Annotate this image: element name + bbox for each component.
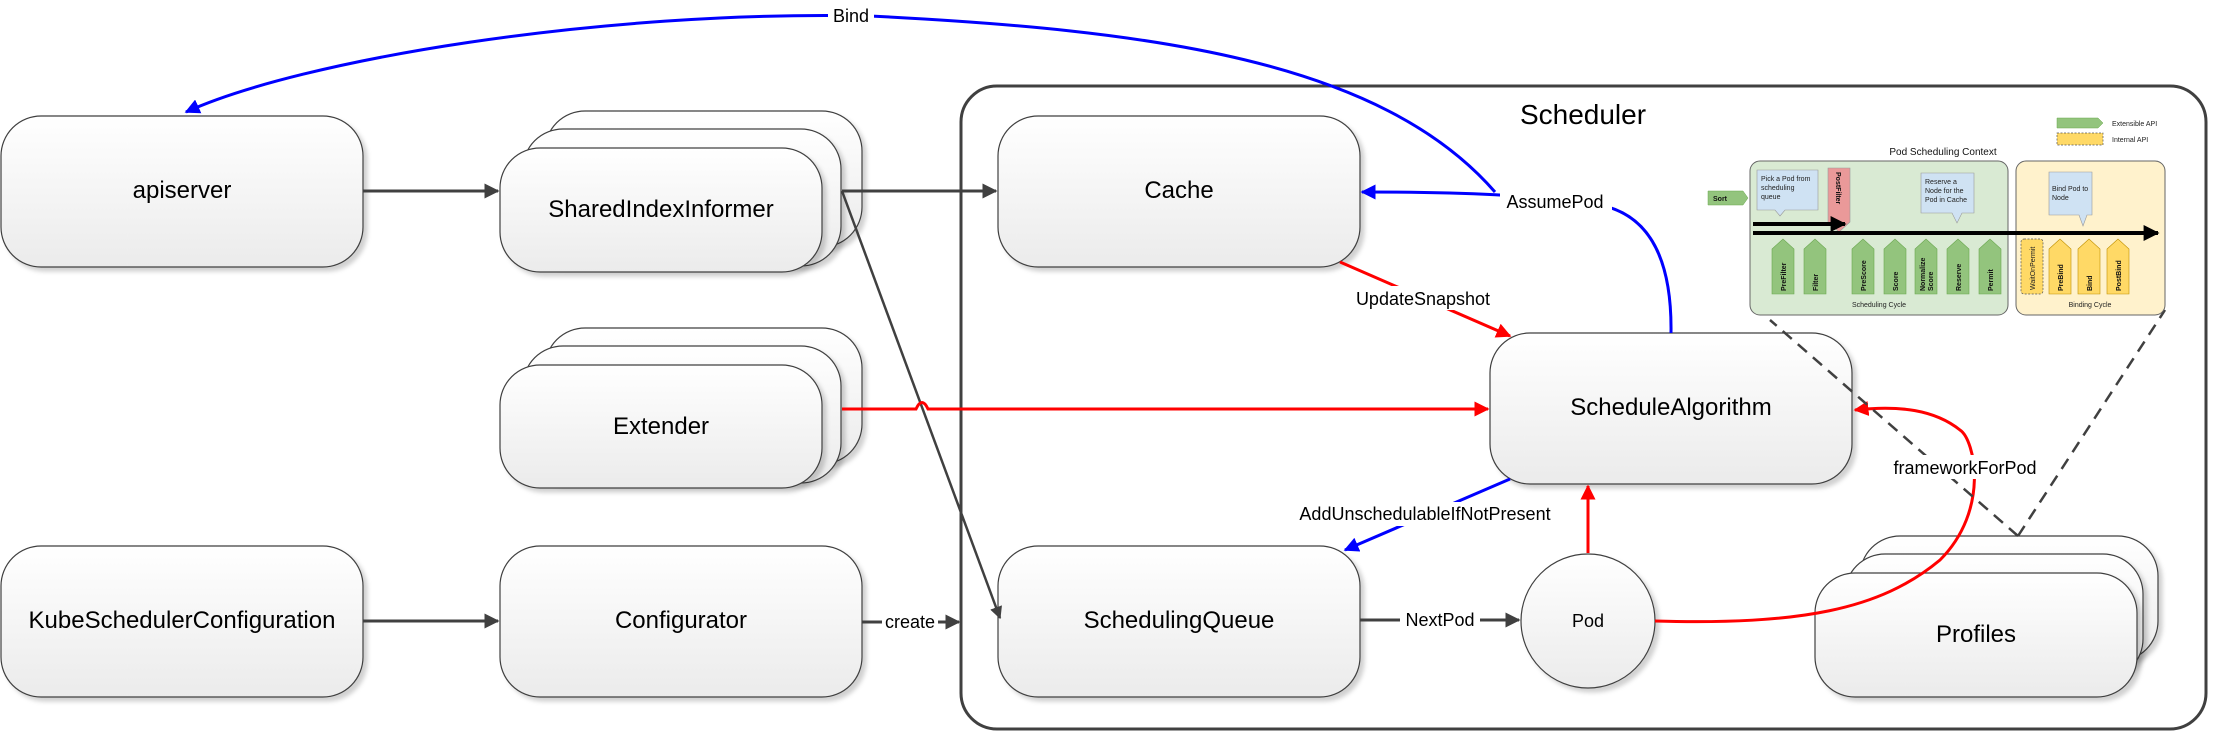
plugin-label: Permit: [1988, 269, 1995, 291]
callout-reserve-line-3: Pod in Cache: [1925, 197, 1967, 204]
plugin-label: Bind: [2087, 275, 2094, 291]
shared-index-informer-label: SharedIndexInformer: [548, 196, 773, 223]
edge-extender-to-algorithm: [842, 401, 1490, 417]
node-pod[interactable]: Pod: [1520, 553, 1656, 689]
inset-title: Pod Scheduling Context: [1889, 147, 1997, 158]
plugin-prefilter: PreFilter: [1771, 238, 1795, 295]
profiles-label: Profiles: [1936, 621, 2016, 648]
binding-cycle-label: Binding Cycle: [2069, 302, 2112, 309]
callout-pick-line-2: scheduling: [1761, 185, 1795, 192]
legend-internal-label: Internal API: [2112, 137, 2148, 144]
node-scheduling-queue[interactable]: SchedulingQueue: [997, 545, 1361, 698]
legend-extensible-label: Extensible API: [2112, 121, 2157, 128]
plugin-label: PreScore: [1861, 260, 1868, 291]
profiles-to-inset-dashed-right: [2016, 309, 2167, 537]
node-configurator[interactable]: Configurator: [499, 545, 863, 698]
plugin-label: Reserve: [1956, 264, 1963, 291]
binding-cycle-plugins: PreBind Bind PostBind: [2048, 238, 2130, 295]
plugin-label: Score: [1928, 271, 1935, 291]
plugin-score: Score: [1883, 238, 1907, 295]
plugin-label: PreBind: [2058, 264, 2065, 291]
extender-label: Extender: [613, 413, 709, 440]
plugin-wait-on-permit: WaitOnPermit: [2020, 238, 2044, 295]
scheduling-cycle-plugins: PreFilter Filter PreScore Score Normalize Sco…: [1771, 238, 2002, 295]
node-extender[interactable]: Extender: [499, 327, 863, 489]
callout-pick-line-3: queue: [1761, 194, 1781, 201]
scheduler-architecture-diagram: Scheduler apiserver SharedIndexInformer …: [0, 5, 2208, 731]
plugin-label: Filter: [1813, 274, 1820, 291]
callout-pick-line-1: Pick a Pod from: [1761, 176, 1811, 183]
scheduler-title: Scheduler: [1520, 99, 1646, 130]
plugin-filter: Filter: [1803, 238, 1827, 295]
inset-legend: Extensible API Internal API: [2056, 117, 2157, 146]
node-cache[interactable]: Cache: [997, 115, 1361, 268]
callout-bind-line-1: Bind Pod to: [2052, 186, 2088, 193]
schedule-algorithm-label: ScheduleAlgorithm: [1570, 394, 1771, 421]
edge-label-next-pod: NextPod: [1405, 610, 1474, 630]
node-shared-index-informer[interactable]: SharedIndexInformer: [499, 110, 863, 273]
callout-bind-line-2: Node: [2052, 195, 2069, 202]
plugin-bind: Bind: [2077, 238, 2101, 295]
legend-extensible-swatch: [2056, 117, 2104, 129]
apiserver-label: apiserver: [133, 177, 232, 204]
plugin-label: Score: [1893, 271, 1900, 291]
plugin-permit: Permit: [1978, 238, 2002, 295]
callout-pick-pod: Pick a Pod from scheduling queue: [1756, 169, 1819, 217]
plugin-label: PreFilter: [1781, 262, 1788, 291]
edge-label-framework-for-pod: frameworkForPod: [1893, 458, 2036, 478]
edge-label-create: create: [885, 612, 935, 632]
wait-on-permit-label: WaitOnPermit: [2030, 247, 2037, 290]
edge-informer-to-queue: [840, 190, 1002, 620]
sort-label: Sort: [1713, 196, 1728, 203]
plugin-label: PostBind: [2116, 260, 2123, 291]
plugin-prebind: PreBind: [2048, 238, 2072, 295]
configurator-label: Configurator: [615, 607, 747, 634]
edge-label-update-snapshot: UpdateSnapshot: [1356, 289, 1490, 309]
pod-label: Pod: [1572, 611, 1604, 631]
legend-internal-swatch: [2056, 132, 2104, 146]
node-kube-scheduler-configuration[interactable]: KubeSchedulerConfiguration: [0, 545, 364, 698]
callout-reserve-line-1: Reserve a: [1925, 179, 1957, 186]
edge-label-assume-pod: AssumePod: [1506, 192, 1603, 212]
plugin-reserve: Reserve: [1946, 238, 1970, 295]
plugin-postbind: PostBind: [2106, 238, 2130, 295]
scheduling-cycle-label: Scheduling Cycle: [1852, 302, 1906, 309]
node-apiserver[interactable]: apiserver: [0, 115, 364, 268]
node-profiles[interactable]: Profiles: [1814, 535, 2159, 698]
plugin-normalize-score: Normalize Score: [1914, 238, 1938, 295]
kube-scheduler-configuration-label: KubeSchedulerConfiguration: [29, 607, 336, 634]
plugin-label: Normalize: [1920, 257, 1927, 291]
cache-label: Cache: [1144, 177, 1213, 204]
edge-label-bind: Bind: [833, 6, 869, 26]
pod-scheduling-context-inset: Pod Scheduling Context Extensible API In…: [1707, 117, 2166, 316]
plugin-prescore: PreScore: [1851, 238, 1875, 295]
node-schedule-algorithm[interactable]: ScheduleAlgorithm: [1489, 332, 1853, 485]
edge-label-add-unschedulable: AddUnschedulableIfNotPresent: [1299, 504, 1550, 524]
scheduling-queue-label: SchedulingQueue: [1084, 607, 1275, 634]
callout-reserve-line-2: Node for the: [1925, 188, 1964, 195]
postfilter-label: PostFilter: [1834, 172, 1841, 205]
